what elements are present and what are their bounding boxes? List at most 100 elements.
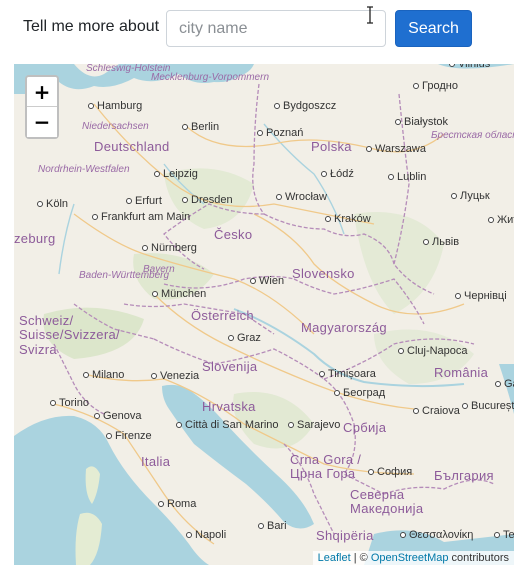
- map-label-text: Graz: [237, 332, 261, 344]
- map-label-city: Lublin: [388, 171, 426, 183]
- map-label-text: Shqipëria: [316, 528, 374, 543]
- zoom-out-button[interactable]: −: [27, 107, 57, 137]
- map-label-text: Чернівці: [464, 290, 507, 302]
- map-label-text: Genova: [103, 410, 142, 422]
- map-label-city: Teki: [494, 529, 514, 541]
- map-label-city: Львів: [423, 236, 459, 248]
- map-label-country: Hrvatska: [202, 399, 256, 414]
- map-label-text: Wrocław: [285, 191, 327, 203]
- search-button[interactable]: Search: [395, 10, 472, 47]
- map-label-country: Slovensko: [292, 266, 355, 281]
- city-dot-icon: [228, 335, 234, 342]
- map-label-text: Italia: [141, 454, 171, 469]
- city-dot-icon: [274, 103, 280, 110]
- map-label-city: Torino: [50, 397, 89, 409]
- map-label-text: Magyarország: [301, 320, 387, 335]
- map-label-city: Θεσσαλονίκη: [400, 529, 473, 541]
- map-label-country: Србија: [343, 420, 386, 435]
- zoom-in-button[interactable]: +: [27, 77, 57, 107]
- city-dot-icon: [451, 193, 457, 200]
- map-label-city: München: [152, 288, 206, 300]
- text-cursor-icon: [367, 6, 373, 24]
- map-label-text: Köln: [46, 198, 69, 210]
- city-dot-icon: [142, 245, 148, 252]
- map-label-text: Schweiz/ Suisse/Svizzera/ Svizra: [19, 313, 120, 357]
- map-label-text: Poznań: [266, 127, 304, 139]
- map-label-text: Slovensko: [292, 266, 355, 281]
- map-label-city: Hamburg: [88, 100, 142, 112]
- map-label-city: Roma: [158, 498, 196, 510]
- city-dot-icon: [182, 197, 188, 204]
- map-label-city: Frankfurt am Main: [92, 211, 190, 223]
- city-search-input[interactable]: [166, 10, 386, 47]
- map-label-text: Città di San Marino: [185, 419, 279, 431]
- map-label-region: Nordrhein-Westfalen: [38, 164, 130, 175]
- map-label-city: Venezia: [151, 370, 199, 382]
- map-label-city: Białystok: [395, 116, 448, 128]
- map-label-region: Брестская область: [431, 130, 514, 141]
- map-label-text: Bydgoszcz: [283, 100, 337, 112]
- map-label-text: Kraków: [334, 213, 371, 225]
- map-label-city: Cluj-Napoca: [398, 345, 468, 357]
- map-label-text: Львів: [432, 236, 460, 248]
- city-dot-icon: [151, 373, 157, 380]
- city-dot-icon: [413, 83, 419, 90]
- map-label-country: България: [434, 468, 494, 483]
- search-toolbar: Tell me more about Search: [0, 0, 522, 60]
- map-label-text: Craiova: [422, 405, 460, 417]
- map-label-text: Bayern: [143, 264, 175, 275]
- map-label-text: București: [471, 400, 514, 412]
- map-label-text: Polska: [311, 139, 352, 154]
- map-label-city: Gal: [495, 378, 514, 390]
- map-label-text: Луцьк: [460, 190, 490, 202]
- map-label-region: Mecklenburg-Vorpommern: [151, 72, 269, 83]
- map-label-city: Berlin: [182, 121, 219, 133]
- map-view[interactable]: Schleswig-Holstein Mecklenburg-Vorpommern…: [14, 64, 514, 565]
- map-label-city: Wien: [250, 275, 284, 287]
- map-label-text: Berlin: [191, 121, 220, 133]
- city-dot-icon: [126, 198, 132, 205]
- map-label-city: Poznań: [257, 127, 303, 139]
- map-label-city: Sarajevo: [288, 419, 340, 431]
- map-label-text: Lublin: [397, 171, 427, 183]
- city-dot-icon: [176, 422, 182, 429]
- map-label-country: Magyarország: [301, 320, 387, 335]
- map-label-text: Białystok: [404, 116, 449, 128]
- map-label-text: Łódź: [330, 168, 354, 180]
- map-attribution: Leaflet | © OpenStreetMap contributors: [312, 551, 514, 565]
- map-label-text: Београд: [343, 387, 386, 399]
- map-label-region: Niedersachsen: [82, 121, 149, 132]
- city-dot-icon: [413, 408, 419, 415]
- city-dot-icon: [182, 124, 188, 131]
- osm-link[interactable]: OpenStreetMap: [371, 552, 449, 564]
- map-label-text: Milano: [92, 369, 125, 381]
- map-label-text: Frankfurt am Main: [101, 211, 191, 223]
- map-label-city: Città di San Marino: [176, 419, 279, 431]
- city-dot-icon: [400, 532, 406, 539]
- map-label-text: Wien: [259, 275, 285, 287]
- map-label-country: Schweiz/ Suisse/Svizzera/ Svizra: [19, 313, 124, 357]
- leaflet-link[interactable]: Leaflet: [318, 552, 351, 564]
- city-dot-icon: [276, 194, 282, 201]
- map-label-city: Чернівці: [455, 290, 507, 302]
- map-label-city: Köln: [37, 198, 68, 210]
- city-dot-icon: [395, 119, 401, 126]
- map-label-text: Niedersachsen: [82, 121, 149, 132]
- map-label-text: Брестская область: [431, 130, 514, 141]
- city-dot-icon: [83, 372, 89, 379]
- city-dot-icon: [250, 278, 256, 285]
- map-label-text: Roma: [167, 498, 197, 510]
- search-label: Tell me more about: [23, 18, 160, 35]
- city-dot-icon: [50, 400, 56, 407]
- map-label-city: Nürnberg: [142, 242, 197, 254]
- map-label-text: Torino: [59, 397, 89, 409]
- city-dot-icon: [388, 174, 394, 181]
- map-label-text: Vilnius: [458, 64, 491, 70]
- map-label-country: Česko: [214, 227, 252, 242]
- map-label-text: Erfurt: [135, 195, 162, 207]
- map-label-city: Vilnius: [449, 64, 490, 70]
- zoom-control: + −: [25, 75, 59, 139]
- map-label-country: Deutschland: [94, 139, 170, 154]
- map-label-text: zeburg: [14, 231, 56, 246]
- map-label-text: София: [377, 466, 413, 478]
